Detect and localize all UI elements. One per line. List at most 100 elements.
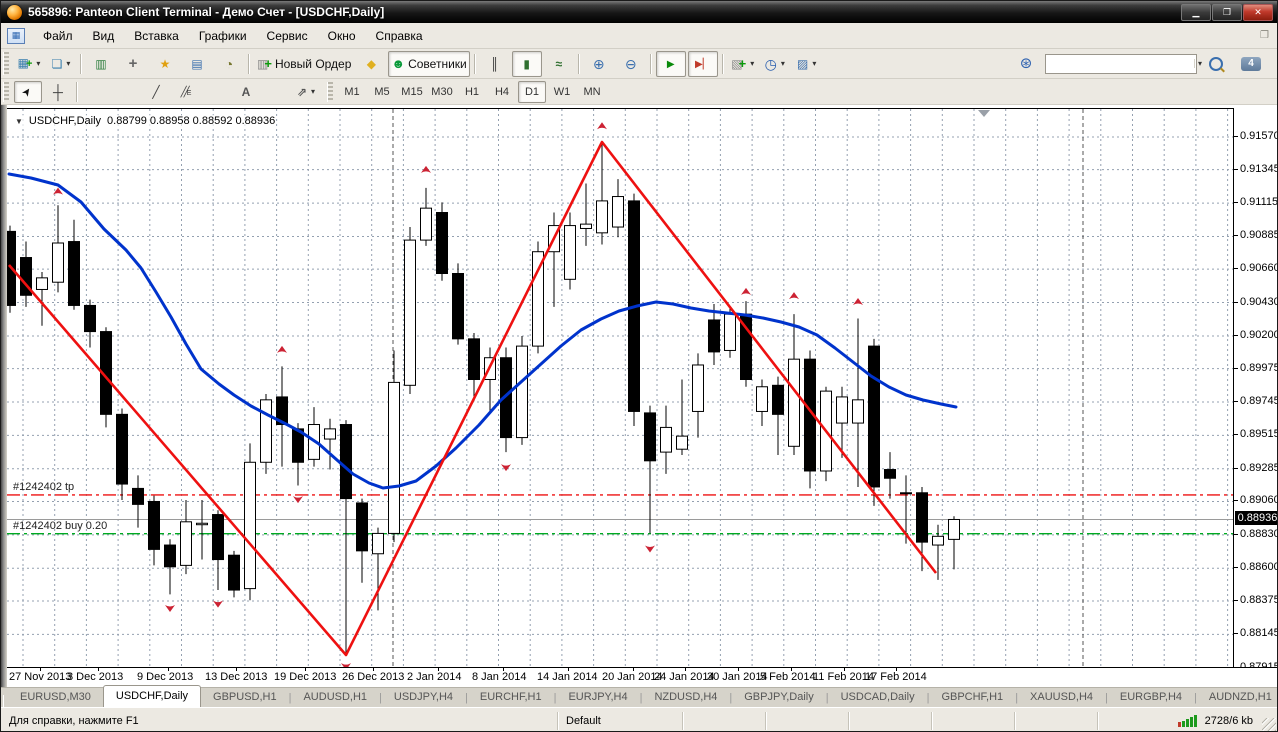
profiles-button[interactable]: ▾ <box>46 51 76 77</box>
chart-tab-USDCHF,Daily[interactable]: USDCHF,Daily <box>102 685 202 707</box>
chart-tab-EURCHF,H1[interactable]: EURCHF,H1 <box>468 688 554 707</box>
chart-tab-AUDNZD,H1[interactable]: AUDNZD,H1 <box>1197 688 1277 707</box>
candle-body[interactable] <box>52 242 64 283</box>
chart-tab-GBPCHF,H1[interactable]: GBPCHF,H1 <box>929 688 1015 707</box>
chevron-down-icon[interactable]: ▾ <box>66 59 70 68</box>
arrows-button[interactable]: ▾ <box>292 81 320 103</box>
candle-body[interactable] <box>228 554 240 591</box>
restore-button[interactable]: ❐ <box>1212 3 1242 21</box>
candle-body[interactable] <box>436 212 448 274</box>
candle-body[interactable] <box>756 386 768 412</box>
close-button[interactable]: ✕ <box>1243 3 1273 21</box>
chevron-down-icon[interactable]: ▾ <box>36 59 40 68</box>
chart-tab-EURGBP,H4[interactable]: EURGBP,H4 <box>1108 688 1194 707</box>
chart-plot[interactable]: ▼ USDCHF,Daily 0.88799 0.88958 0.88592 0… <box>4 108 1233 671</box>
periods-button[interactable]: ▾ <box>760 51 790 77</box>
chart-tab-USDCAD,Daily[interactable]: USDCAD,Daily <box>829 688 927 707</box>
candle-body[interactable] <box>516 345 528 439</box>
chart-candles-button[interactable] <box>511 50 542 77</box>
candle-body[interactable] <box>324 428 336 440</box>
candle-body[interactable] <box>340 424 352 500</box>
candle-body[interactable] <box>36 277 48 290</box>
zoom-in-button[interactable] <box>584 51 614 77</box>
candle-body[interactable] <box>196 522 208 526</box>
timeframe-MN[interactable]: MN <box>578 81 606 103</box>
chart-shift-button[interactable] <box>687 50 718 77</box>
chart-line-button[interactable] <box>544 51 574 77</box>
candle-body[interactable] <box>452 272 464 340</box>
candle-body[interactable] <box>932 535 944 546</box>
chart-tab-NZDUSD,H4[interactable]: NZDUSD,H4 <box>642 688 729 707</box>
channel-button[interactable] <box>172 81 200 103</box>
menu-Файл[interactable]: Файл <box>33 26 83 46</box>
candle-body[interactable] <box>884 469 896 479</box>
chevron-down-icon[interactable]: ▾ <box>812 59 816 68</box>
candle-body[interactable] <box>388 381 400 534</box>
candle-body[interactable] <box>596 200 608 234</box>
chart-tab-AUDUSD,H1[interactable]: AUDUSD,H1 <box>291 688 379 707</box>
fibonacci-button[interactable] <box>202 81 230 103</box>
candle-body[interactable] <box>468 338 480 381</box>
candle-body[interactable] <box>836 396 848 424</box>
trendline-button[interactable] <box>142 81 170 103</box>
candle-body[interactable] <box>84 304 96 333</box>
candle-body[interactable] <box>692 364 704 412</box>
candle-body[interactable] <box>372 532 384 555</box>
candle-body[interactable] <box>180 521 192 566</box>
timeframe-W1[interactable]: W1 <box>548 81 576 103</box>
data-window-button[interactable] <box>118 51 148 77</box>
toolbar-grip[interactable] <box>3 81 9 102</box>
chart-bars-button[interactable] <box>480 51 510 77</box>
chevron-down-icon[interactable]: ▾ <box>781 59 785 68</box>
candle-body[interactable] <box>116 413 128 485</box>
vertical-line-button[interactable] <box>82 81 110 103</box>
candle-body[interactable] <box>612 196 624 228</box>
timeframe-M1[interactable]: M1 <box>338 81 366 103</box>
candle-body[interactable] <box>260 399 272 463</box>
minimize-button[interactable]: ▁ <box>1181 3 1211 21</box>
chart-tab-EURJPY,H4[interactable]: EURJPY,H4 <box>556 688 639 707</box>
menu-Графики[interactable]: Графики <box>189 26 257 46</box>
title-bar[interactable]: 565896: Panteon Client Terminal - Демо С… <box>1 1 1277 23</box>
horizontal-line-button[interactable] <box>112 81 140 103</box>
search-input[interactable] <box>1046 56 1194 71</box>
chevron-down-icon[interactable]: ▾ <box>311 87 315 96</box>
candle-body[interactable] <box>852 399 864 424</box>
price-axis[interactable]: 0.91570 0.91345 0.91115 0.90885 0.90660 0.904… <box>1233 108 1277 673</box>
candle-body[interactable] <box>132 487 144 505</box>
menu-Сервис[interactable]: Сервис <box>257 26 318 46</box>
candle-body[interactable] <box>948 518 960 540</box>
indicators-button[interactable]: ▾ <box>728 51 758 77</box>
candle-body[interactable] <box>724 313 736 351</box>
menu-Вставка[interactable]: Вставка <box>124 26 189 46</box>
menu-Справка[interactable]: Справка <box>366 26 433 46</box>
strategy-tester-button[interactable] <box>214 51 244 77</box>
candle-body[interactable] <box>676 435 688 450</box>
market-watch-button[interactable] <box>86 51 116 77</box>
candle-body[interactable] <box>916 492 928 543</box>
candle-body[interactable] <box>900 492 912 495</box>
timeframe-H1[interactable]: H1 <box>458 81 486 103</box>
candle-body[interactable] <box>164 544 176 568</box>
chart-tab-GBPUSD,H1[interactable]: GBPUSD,H1 <box>201 688 289 707</box>
candle-body[interactable] <box>580 223 592 229</box>
candle-body[interactable] <box>644 412 656 462</box>
navigator-button[interactable] <box>150 51 180 77</box>
text-button[interactable] <box>232 81 260 103</box>
terminal-button[interactable] <box>182 51 212 77</box>
chart-tab-GBPJPY,Daily[interactable]: GBPJPY,Daily <box>732 688 826 707</box>
candle-body[interactable] <box>356 502 368 552</box>
toolbar-grip[interactable] <box>327 81 333 102</box>
candle-body[interactable] <box>68 241 80 306</box>
candle-body[interactable] <box>532 251 544 347</box>
menu-Окно[interactable]: Окно <box>318 26 366 46</box>
settings-button[interactable] <box>1011 51 1041 77</box>
timeframe-M30[interactable]: M30 <box>428 81 456 103</box>
templates-button[interactable]: ▾ <box>792 51 822 77</box>
auto-scroll-button[interactable] <box>655 50 686 77</box>
expert-advisors-button[interactable]: Советники <box>388 50 470 77</box>
search-button[interactable] <box>1201 51 1231 77</box>
chevron-down-icon[interactable]: ▾ <box>750 59 754 68</box>
timeframe-D1[interactable]: D1 <box>518 80 546 103</box>
chart-tab-USDJPY,H4[interactable]: USDJPY,H4 <box>382 688 465 707</box>
